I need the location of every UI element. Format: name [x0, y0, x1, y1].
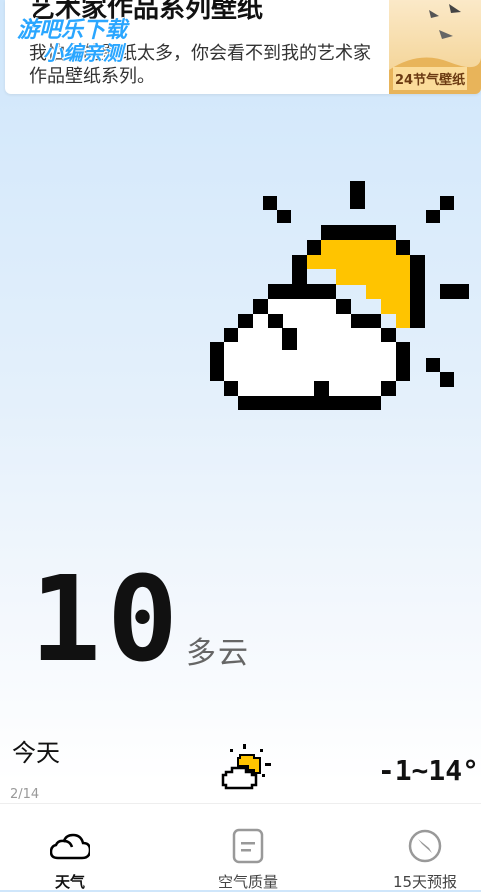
page-indicator: 2/14	[10, 787, 40, 802]
sun-ray-bottom-right	[426, 358, 440, 372]
document-icon	[232, 828, 264, 864]
current-temperature: 10	[30, 550, 185, 688]
partly-cloudy-icon	[210, 181, 469, 410]
temperature-range: -1~14°	[377, 754, 479, 787]
sun-ray-top-right	[440, 196, 454, 210]
tab-15-day-forecast[interactable]: 15天预报	[365, 804, 481, 891]
tab-air-quality[interactable]: 空气质量	[188, 804, 308, 891]
sun-ray-top-right-2	[426, 210, 440, 223]
sun-ray-top-left	[263, 196, 277, 210]
sun-ray-top	[350, 181, 365, 209]
partly-cloudy-icon	[221, 744, 271, 790]
sun-ray-right	[440, 284, 469, 299]
tab-weather[interactable]: 天气	[10, 804, 130, 891]
cloud-icon	[50, 833, 90, 860]
today-label: 今天	[12, 739, 60, 767]
compass-icon	[408, 829, 442, 863]
bottom-tab-bar: 天气 空气质量 15天预报	[0, 803, 481, 891]
sun-ray-top-left-2	[277, 210, 291, 223]
cloud-body	[224, 284, 396, 396]
weather-condition: 多云	[186, 636, 250, 671]
sun-ray-bottom-right-2	[440, 372, 454, 387]
